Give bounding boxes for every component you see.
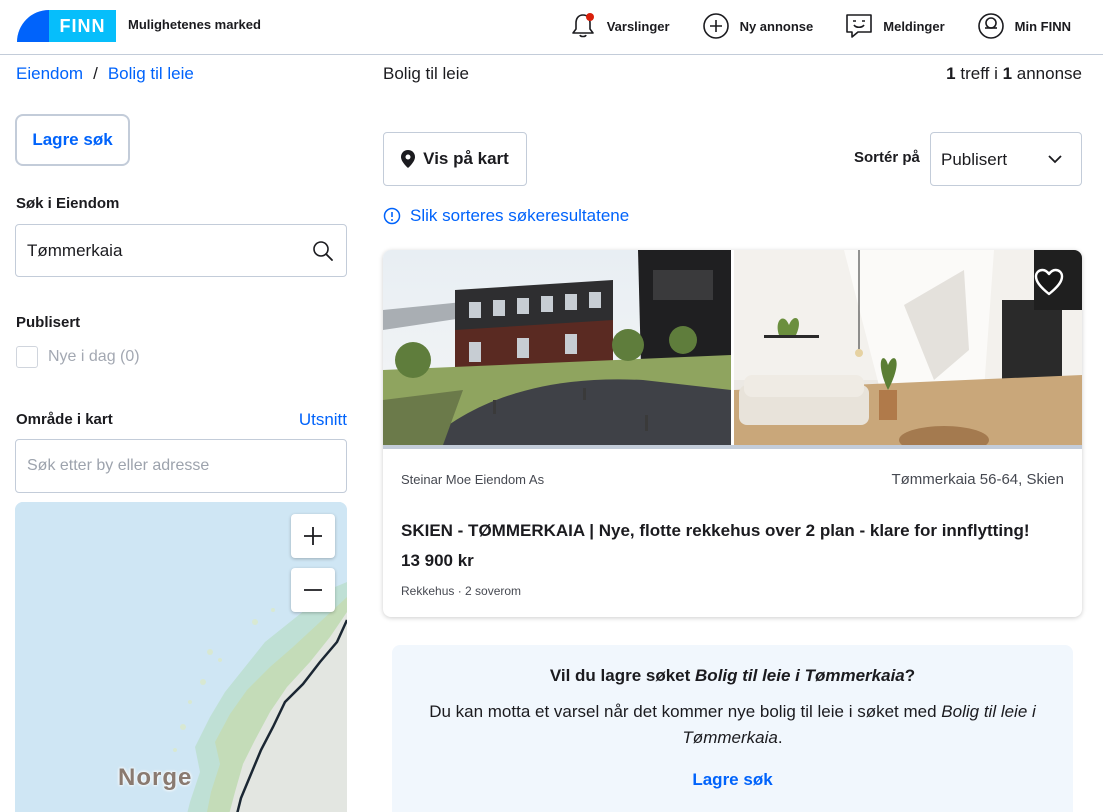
listing-agent: Steinar Moe Eiendom As: [401, 472, 545, 487]
published-label: Publisert: [16, 314, 81, 331]
minus-icon: [304, 589, 322, 591]
save-search-prompt: Vil du lagre søket Bolig til leie i Tømm…: [392, 645, 1073, 812]
plus-icon: [304, 527, 322, 545]
hits-mid-text: treff i: [955, 64, 1003, 83]
question-suffix: ?: [904, 666, 916, 685]
breadcrumb-item-bolig-til-leie[interactable]: Bolig til leie: [108, 64, 194, 84]
nav-label: Min FINN: [1014, 18, 1071, 34]
nav-new-ad[interactable]: Ny annonse: [702, 12, 814, 40]
save-prompt-description: Du kan motta et varsel når det kommer ny…: [412, 699, 1053, 751]
address-placeholder: Søk etter by eller adresse: [27, 457, 210, 474]
finn-logo[interactable]: FINN: [17, 10, 116, 42]
user-icon: [977, 12, 1005, 40]
published-new-today: Nye i dag (0): [16, 346, 140, 368]
top-header: FINN Mulighetenes marked Varslinger Ny a…: [0, 0, 1103, 55]
sort-select[interactable]: Publisert: [930, 132, 1082, 186]
logo-mark: [17, 10, 49, 42]
nav-messages[interactable]: Meldinger: [845, 12, 945, 40]
listing-title[interactable]: SKIEN - TØMMERKAIA | Nye, flotte rekkehu…: [401, 521, 1030, 541]
hits-count: 1: [946, 64, 956, 83]
breadcrumb: Eiendom / Bolig til leie: [16, 64, 194, 84]
plus-circle-icon: [702, 12, 730, 40]
nav-label: Ny annonse: [739, 18, 814, 34]
nav-my-finn[interactable]: Min FINN: [977, 12, 1071, 40]
image-divider: [383, 445, 1082, 449]
map-pin-icon: [401, 150, 416, 168]
sort-info-link[interactable]: Slik sorteres søkeresultatene: [383, 206, 629, 226]
nav-label: Meldinger: [883, 18, 945, 34]
zoom-out-button[interactable]: [291, 568, 335, 612]
description-suffix: .: [777, 728, 783, 747]
area-label: Område i kart: [16, 411, 113, 428]
info-icon: [383, 207, 401, 225]
nav-label: Varslinger: [606, 18, 670, 34]
search-value: Tømmerkaia: [27, 241, 123, 260]
new-today-checkbox[interactable]: [16, 346, 38, 368]
chat-icon: [845, 12, 873, 40]
search-input[interactable]: Tømmerkaia: [15, 224, 347, 277]
sort-label: Sortér på: [854, 149, 920, 166]
search-label: Søk i Eiendom: [16, 195, 120, 212]
breadcrumb-item-eiendom[interactable]: Eiendom: [16, 64, 83, 84]
listing-image-interior: [734, 250, 1082, 445]
tagline: Mulighetenes marked: [128, 17, 261, 32]
show-on-map-button[interactable]: Vis på kart: [383, 132, 527, 186]
save-prompt-button[interactable]: Lagre søk: [392, 770, 1073, 790]
question-emphasis: Bolig til leie i Tømmerkaia: [695, 666, 905, 685]
sort-info-label: Slik sorteres søkeresultatene: [410, 206, 630, 225]
new-today-label: Nye i dag (0): [48, 348, 140, 365]
area-selection-link[interactable]: Utsnitt: [299, 410, 347, 430]
search-icon[interactable]: [312, 240, 334, 262]
zoom-in-button[interactable]: [291, 514, 335, 558]
address-search-input[interactable]: Søk etter by eller adresse: [15, 439, 347, 493]
chevron-down-icon: [1048, 155, 1062, 164]
ads-label: annonse: [1012, 64, 1082, 83]
main-nav: Varslinger Ny annonse Meldinger Min FINN: [537, 8, 1071, 44]
question-prefix: Vil du lagre søket: [549, 666, 696, 685]
save-prompt-question: Vil du lagre søket Bolig til leie i Tømm…: [392, 666, 1073, 686]
listing-card[interactable]: Steinar Moe Eiendom As Tømmerkaia 56-64,…: [383, 250, 1082, 617]
listing-price: 13 900 kr: [401, 551, 474, 570]
breadcrumb-separator: /: [93, 64, 98, 83]
heart-icon[interactable]: [1034, 268, 1064, 296]
description-prefix: Du kan motta et varsel når det kommer ny…: [429, 702, 942, 721]
show-on-map-label: Vis på kart: [423, 149, 509, 168]
results-title: Bolig til leie: [383, 64, 469, 83]
listing-image-exterior: [383, 250, 731, 445]
listing-address: Tømmerkaia 56-64, Skien: [891, 471, 1064, 488]
bell-icon: [569, 12, 597, 40]
logo-text: FINN: [49, 10, 116, 42]
save-search-button[interactable]: Lagre søk: [15, 114, 130, 166]
sort-value: Publisert: [941, 150, 1008, 169]
ads-count: 1: [1002, 64, 1013, 83]
map-country-label: Norge: [118, 764, 193, 791]
map[interactable]: Norge: [15, 502, 347, 812]
listing-meta: Rekkehus · 2 soverom: [401, 584, 522, 598]
hits-summary: 1 treff i 1 annonse: [946, 64, 1082, 84]
nav-notifications[interactable]: Varslinger: [569, 12, 670, 40]
